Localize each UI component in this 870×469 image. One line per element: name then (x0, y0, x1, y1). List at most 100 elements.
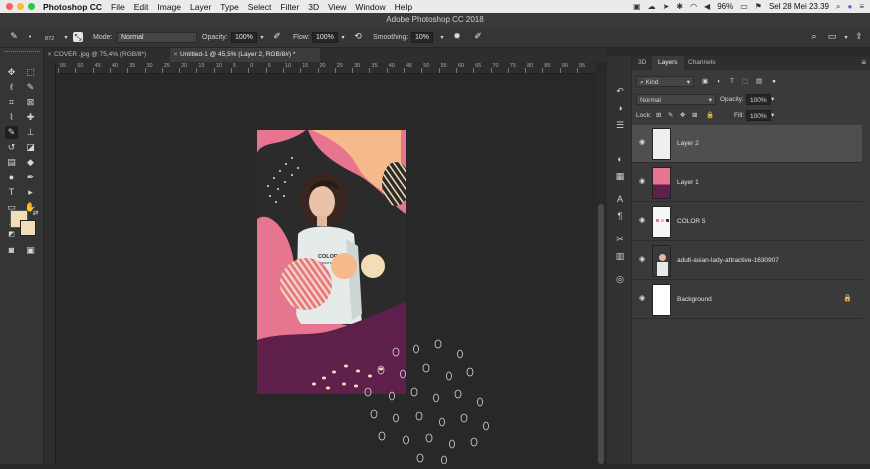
brush-settings-panel-icon[interactable]: ▥ (613, 249, 627, 263)
character-panel-icon[interactable]: A (613, 192, 627, 206)
type-tool-icon[interactable]: T (5, 186, 18, 199)
stamp-tool-icon[interactable]: ⊥ (24, 126, 37, 139)
tab-3d[interactable]: 3D (632, 56, 652, 70)
default-colors-icon[interactable]: ◩ (5, 228, 18, 241)
smoothing-value[interactable]: 10% (411, 32, 434, 43)
quick-mask-icon[interactable]: ◙ (5, 244, 18, 257)
smoothing-caret-icon[interactable]: ▾ (436, 27, 448, 48)
vertical-ruler[interactable] (44, 62, 56, 464)
menu-help[interactable]: Help (395, 2, 412, 12)
volume-icon[interactable]: ◀ (704, 0, 710, 13)
pressure-size-icon[interactable]: ✐ (472, 27, 484, 48)
opacity-caret-icon[interactable]: ▾ (771, 92, 774, 108)
eye-icon[interactable]: ◉ (637, 138, 647, 148)
layer-row-layer-1[interactable]: ◉ Layer 1 (632, 164, 862, 202)
zoom-window-button[interactable] (28, 3, 35, 10)
adjustments-panel-icon[interactable]: ◑ (613, 101, 627, 115)
close-tab-icon[interactable]: ✕ (47, 48, 52, 62)
menu-edit[interactable]: Edit (134, 2, 149, 12)
eye-icon[interactable]: ◉ (637, 255, 647, 265)
menu-image[interactable]: Image (157, 2, 181, 12)
dodge-tool-icon[interactable]: ● (5, 171, 18, 184)
flow-value[interactable]: 100% (312, 32, 338, 43)
gradient-tool-icon[interactable]: ▤ (5, 156, 18, 169)
workspace-caret-icon[interactable]: ▾ (840, 27, 852, 48)
panel-menu-icon[interactable]: ≡ (861, 56, 866, 70)
flag-icon[interactable]: ⚑ (755, 0, 762, 13)
menu-type[interactable]: Type (220, 2, 238, 12)
blend-mode-select[interactable]: Normal ▾ (636, 94, 716, 105)
mode-select[interactable]: Normal (117, 27, 197, 48)
wifi-icon[interactable]: ◠ (690, 0, 697, 13)
swatches-panel-icon[interactable]: ▦ (613, 169, 627, 183)
opacity-value[interactable]: 100% (231, 32, 257, 43)
filter-kind-select[interactable]: ⌕ Kind ▾ (636, 76, 694, 87)
eye-icon[interactable]: ◉ (637, 216, 647, 226)
mode-value[interactable]: Normal (117, 32, 197, 43)
clock[interactable]: Sel 28 Mei 23.39 (769, 2, 829, 11)
history-brush-icon[interactable]: ↺ (5, 141, 18, 154)
scrollbar-thumb[interactable] (598, 204, 604, 464)
cloud-icon[interactable]: ☁ (648, 0, 656, 13)
minimize-window-button[interactable] (17, 3, 24, 10)
close-window-button[interactable] (6, 3, 13, 10)
history-panel-icon[interactable]: ↶ (613, 84, 627, 98)
share-icon[interactable]: ⇪ (853, 27, 865, 48)
brush-tool-icon[interactable]: ✎ (5, 126, 18, 139)
workspace-icon[interactable]: ▭ (826, 27, 838, 48)
lock-pixels-icon[interactable]: ✎ (668, 108, 673, 124)
glyphs-panel-icon[interactable]: ◎ (613, 272, 627, 286)
healing-tool-icon[interactable]: ✚ (24, 111, 37, 124)
notification-center-icon[interactable]: ≡ (859, 0, 864, 13)
menu-layer[interactable]: Layer (190, 2, 211, 12)
lock-artboard-icon[interactable]: ⊠ (692, 108, 697, 124)
lock-position-icon[interactable]: ✥ (680, 108, 685, 124)
background-color-swatch[interactable] (20, 220, 36, 236)
location-icon[interactable]: ➤ (663, 0, 670, 13)
close-tab-icon[interactable]: ✕ (173, 48, 178, 62)
filter-smart-object-icon[interactable]: ▤ (756, 74, 762, 90)
filter-pixel-icon[interactable]: ▣ (702, 74, 708, 90)
color-panel-icon[interactable]: ◐ (613, 152, 627, 166)
home-brush-icon[interactable]: ✎ (8, 27, 20, 48)
menu-3d[interactable]: 3D (308, 2, 319, 12)
airbrush-icon[interactable]: ⟲ (352, 27, 364, 48)
swap-colors-icon[interactable]: ⇄ (29, 207, 42, 220)
brush-settings-icon[interactable]: ⤡ (73, 27, 83, 48)
bluetooth-icon[interactable]: ✱ (676, 0, 683, 13)
siri-icon[interactable]: ● (847, 0, 852, 13)
fill-value[interactable]: 100% (746, 110, 771, 121)
frame-tool-icon[interactable]: ⊠ (24, 96, 37, 109)
lock-all-icon[interactable]: 🔒 (706, 108, 714, 124)
blur-tool-icon[interactable]: ◆ (24, 156, 37, 169)
tab-untitled-1[interactable]: ✕ Untitled-1 @ 45,5% (Layer 2, RGB/8#) * (170, 48, 320, 62)
menu-filter[interactable]: Filter (280, 2, 299, 12)
filter-adjustment-icon[interactable]: ◑ (716, 74, 720, 90)
menu-select[interactable]: Select (248, 2, 272, 12)
app-menu[interactable]: Photoshop CC (43, 2, 102, 12)
paragraph-panel-icon[interactable]: ¶ (613, 209, 627, 223)
menu-view[interactable]: View (328, 2, 346, 12)
layer-row-layer-2[interactable]: ◉ Layer 2 (632, 125, 862, 163)
eraser-tool-icon[interactable]: ◪ (24, 141, 37, 154)
search-icon[interactable]: ⌕ (808, 27, 820, 48)
fill-caret-icon[interactable]: ▾ (771, 108, 774, 124)
eye-icon[interactable]: ◉ (637, 294, 647, 304)
menu-window[interactable]: Window (355, 2, 385, 12)
canvas-area[interactable]: COLOR 01 FROM SPRING (56, 74, 596, 465)
smoothing-input[interactable]: 10% (411, 27, 434, 48)
opacity-input[interactable]: 100% (231, 27, 257, 48)
camera-icon[interactable]: ▣ (633, 0, 641, 13)
pen-tool-icon[interactable]: ✒ (24, 171, 37, 184)
move-tool-icon[interactable]: ✥ (5, 66, 18, 79)
menu-file[interactable]: File (111, 2, 125, 12)
flow-input[interactable]: 100% (312, 27, 338, 48)
gear-icon[interactable]: ✹ (451, 27, 463, 48)
tools-grip[interactable] (4, 51, 40, 54)
flow-caret-icon[interactable]: ▾ (337, 27, 349, 48)
path-select-tool-icon[interactable]: ▸ (24, 186, 37, 199)
filter-type-icon[interactable]: T (730, 74, 734, 90)
properties-panel-icon[interactable]: ☰ (613, 118, 627, 132)
vertical-scrollbar[interactable] (596, 74, 606, 464)
tools-preset-icon[interactable]: ✂ (613, 232, 627, 246)
